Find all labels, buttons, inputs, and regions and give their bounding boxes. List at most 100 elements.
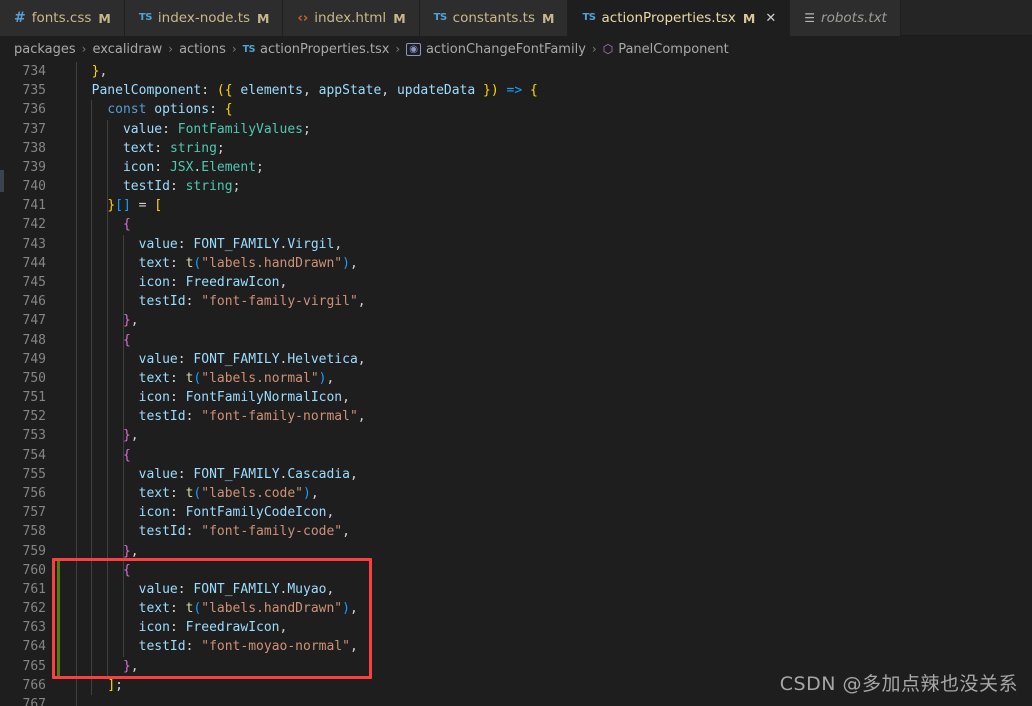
code-line[interactable]: 745 icon: FreedrawIcon, xyxy=(0,273,1032,292)
code-line[interactable]: 747 }, xyxy=(0,311,1032,330)
code-text: text: t("labels.handDrawn"), xyxy=(138,255,358,271)
tab-label: actionProperties.tsx xyxy=(601,10,736,26)
editor-tab-bar: # fonts.css M TS index-node.ts M ‹› index.html M… xyxy=(0,0,1032,36)
line-number: 767 xyxy=(22,696,46,706)
code-line[interactable]: 763 icon: FreedrawIcon, xyxy=(0,618,1032,637)
code-line[interactable]: 741 }[] = [ xyxy=(0,196,1032,215)
code-line[interactable]: 740 testId: string; xyxy=(0,177,1032,196)
breadcrumb-item-panelcomponent[interactable]: ⬡ PanelComponent xyxy=(603,42,729,57)
line-number: 739 xyxy=(22,159,46,175)
editor-tab-fonts-css[interactable]: # fonts.css M xyxy=(0,0,125,36)
code-line[interactable]: 757 icon: FontFamilyCodeIcon, xyxy=(0,503,1032,522)
code-text: icon: FreedrawIcon, xyxy=(138,274,288,290)
code-line[interactable]: 748 { xyxy=(0,331,1032,350)
code-line[interactable]: 764 testId: "font-moyao-normal", xyxy=(0,637,1032,656)
line-number: 757 xyxy=(22,505,46,521)
code-text: text: t("labels.handDrawn"), xyxy=(138,601,358,617)
line-number: 737 xyxy=(22,121,46,137)
code-line[interactable]: 752 testId: "font-family-normal", xyxy=(0,407,1032,426)
code-text: }, xyxy=(122,313,139,329)
code-line[interactable]: 755 value: FONT_FAMILY.Cascadia, xyxy=(0,465,1032,484)
tab-label: index-node.ts xyxy=(157,10,251,26)
code-line[interactable]: 753 }, xyxy=(0,426,1032,445)
code-line[interactable]: 759 }, xyxy=(0,542,1032,561)
code-text: value: FontFamilyValues; xyxy=(122,121,311,137)
code-line[interactable]: 751 icon: FontFamilyNormalIcon, xyxy=(0,388,1032,407)
code-line[interactable]: 749 value: FONT_FAMILY.Helvetica, xyxy=(0,350,1032,369)
code-text: testId: string; xyxy=(122,179,241,195)
line-number: 756 xyxy=(22,485,46,501)
line-number: 750 xyxy=(22,370,46,386)
line-number: 741 xyxy=(22,198,46,214)
breadcrumb-item-actionproperties-tsx[interactable]: TS actionProperties.tsx xyxy=(243,42,390,57)
breadcrumb-label: actions xyxy=(179,41,226,57)
line-number: 765 xyxy=(22,658,46,674)
code-text: }[] = [ xyxy=(107,198,163,214)
git-gutter-added-bar xyxy=(57,560,60,676)
breadcrumb: packages › excalidraw › actions › TS actionProp… xyxy=(0,36,1032,62)
code-text: icon: FreedrawIcon, xyxy=(138,620,288,636)
code-text: value: FONT_FAMILY.Muyao, xyxy=(138,581,335,597)
code-text: }, xyxy=(122,658,139,674)
code-line[interactable]: 758 testId: "font-family-code", xyxy=(0,522,1032,541)
code-text: value: FONT_FAMILY.Virgil, xyxy=(138,236,343,252)
code-line[interactable]: 735 PanelComponent: ({ elements, appStat… xyxy=(0,81,1032,100)
editor-tab-constants-ts[interactable]: TS constants.ts M xyxy=(419,0,569,36)
code-text: testId: "font-family-code", xyxy=(138,524,350,540)
code-text: }, xyxy=(91,64,108,79)
code-line[interactable]: 743 value: FONT_FAMILY.Virgil, xyxy=(0,235,1032,254)
line-number: 746 xyxy=(22,294,46,310)
breadcrumb-separator: › xyxy=(231,42,237,56)
code-line[interactable]: 750 text: t("labels.normal"), xyxy=(0,369,1032,388)
typescript-icon: TS xyxy=(433,12,448,23)
code-line[interactable]: 767 xyxy=(0,695,1032,706)
code-editor[interactable]: 734 }, 735 PanelComponent: ({ elements, a… xyxy=(0,62,1032,706)
breadcrumb-item-actionchangefontfamily[interactable]: ◉ actionChangeFontFamily xyxy=(406,42,586,57)
code-line[interactable]: 744 text: t("labels.handDrawn"), xyxy=(0,254,1032,273)
breadcrumb-item-actions[interactable]: actions xyxy=(179,42,226,57)
code-line[interactable]: 742 { xyxy=(0,215,1032,234)
line-number: 759 xyxy=(22,543,46,559)
line-number: 743 xyxy=(22,236,46,252)
code-text: const options: { xyxy=(107,102,233,118)
breadcrumb-label: actionChangeFontFamily xyxy=(425,41,586,57)
code-line[interactable]: 760 { xyxy=(0,561,1032,580)
editor-tab-index-html[interactable]: ‹› index.html M xyxy=(283,0,420,36)
code-line[interactable]: 736 const options: { xyxy=(0,100,1032,119)
code-line[interactable]: 734 }, xyxy=(0,62,1032,81)
line-number: 758 xyxy=(22,524,46,540)
code-text: value: FONT_FAMILY.Cascadia, xyxy=(138,466,358,482)
line-number: 742 xyxy=(22,217,46,233)
tab-modified-indicator: M xyxy=(542,10,555,26)
typescript-icon: TS xyxy=(138,12,153,23)
breadcrumb-item-packages[interactable]: packages xyxy=(14,42,76,57)
code-line[interactable]: 737 value: FontFamilyValues; xyxy=(0,120,1032,139)
tab-modified-indicator: M xyxy=(393,10,406,26)
line-number: 747 xyxy=(22,313,46,329)
code-text: ]; xyxy=(107,677,123,693)
line-number: 761 xyxy=(22,581,46,597)
code-line[interactable]: 738 text: string; xyxy=(0,139,1032,158)
close-icon[interactable]: ✕ xyxy=(765,12,776,25)
typescript-icon: TS xyxy=(582,12,596,23)
code-text: { xyxy=(122,332,131,348)
code-line[interactable]: 746 testId: "font-family-virgil", xyxy=(0,292,1032,311)
tab-label: fonts.css xyxy=(31,10,92,26)
line-number: 736 xyxy=(22,102,46,118)
code-line[interactable]: 762 text: t("labels.handDrawn"), xyxy=(0,599,1032,618)
code-text: text: t("labels.code"), xyxy=(138,485,319,501)
code-line[interactable]: 761 value: FONT_FAMILY.Muyao, xyxy=(0,580,1032,599)
code-text: { xyxy=(122,447,131,463)
editor-tab-index-node-ts[interactable]: TS index-node.ts M xyxy=(124,0,284,36)
breadcrumb-item-excalidraw[interactable]: excalidraw xyxy=(92,42,162,57)
tab-label: robots.txt xyxy=(821,10,887,26)
code-line[interactable]: 754 { xyxy=(0,446,1032,465)
line-number: 751 xyxy=(22,390,46,406)
breadcrumb-label: excalidraw xyxy=(92,41,163,57)
breadcrumb-label: actionProperties.tsx xyxy=(260,41,390,57)
code-line[interactable]: 739 icon: JSX.Element; xyxy=(0,158,1032,177)
line-number: 740 xyxy=(22,179,46,195)
code-line[interactable]: 756 text: t("labels.code"), xyxy=(0,484,1032,503)
editor-tab-actionproperties-tsx[interactable]: TS actionProperties.tsx M ✕ xyxy=(568,0,791,36)
editor-tab-robots-txt[interactable]: ☰ robots.txt xyxy=(790,0,901,36)
